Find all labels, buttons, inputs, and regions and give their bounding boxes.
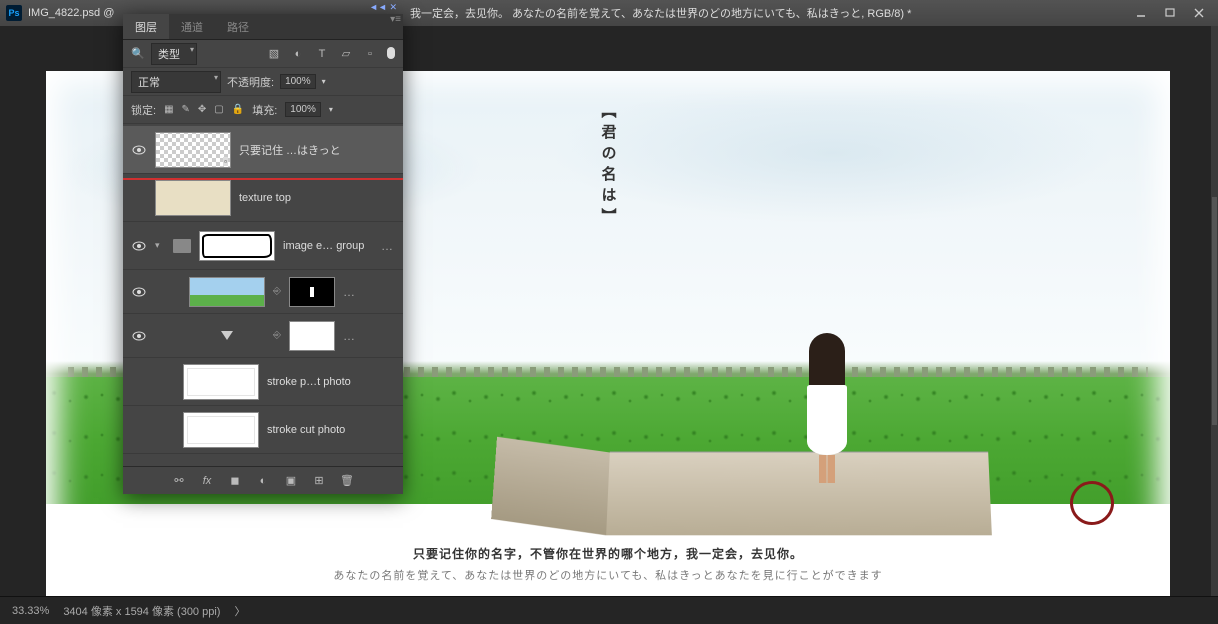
layer-name[interactable]: texture top: [239, 192, 395, 204]
filter-row: 🔍 类型 ▧ ◐ T ▱ ▫: [123, 40, 403, 68]
more-icon[interactable]: …: [381, 239, 395, 253]
filter-type-select[interactable]: 类型: [151, 43, 197, 65]
delete-icon[interactable]: 🗑: [340, 474, 354, 488]
layer-group-row[interactable]: ▾ image e… group …: [123, 222, 403, 270]
lock-paint-icon[interactable]: ✎: [182, 104, 190, 115]
expand-icon[interactable]: ▾: [155, 240, 165, 251]
caption-secondary: あなたの名前を覚えて、あなたは世界のどの地方にいても、私はきっとあなたを見に行こ…: [46, 567, 1170, 583]
window-controls: [1127, 4, 1212, 22]
panel-menu-icon[interactable]: ▾≡: [390, 14, 401, 25]
search-icon: 🔍: [131, 47, 145, 60]
mask-icon[interactable]: ◼: [228, 474, 242, 488]
layer-thumbnail[interactable]: [183, 364, 259, 400]
link-icon[interactable]: ⎆: [273, 330, 281, 341]
more-icon[interactable]: …: [343, 329, 357, 343]
document-title: 我一定会，去见你。 あなたの名前を覚えて、あなたは世界のどの地方にいても、私はき…: [410, 0, 1098, 26]
layer-row[interactable]: ⎆ …: [123, 270, 403, 314]
filter-image-icon[interactable]: ▧: [267, 47, 281, 61]
opacity-label: 不透明度:: [227, 74, 274, 90]
more-icon[interactable]: …: [343, 285, 357, 299]
filter-shape-icon[interactable]: ▱: [339, 47, 353, 61]
lock-row: 锁定: ▦ ✎ ✥ ▢ 🔒 填充: 100% ▾: [123, 96, 403, 124]
visibility-icon[interactable]: [131, 143, 147, 157]
caption-primary: 只要记住你的名字，不管你在世界的哪个地方，我一定会，去见你。: [46, 545, 1170, 562]
new-layer-icon[interactable]: ⊞: [312, 474, 326, 488]
mask-thumbnail[interactable]: [289, 321, 335, 351]
maximize-button[interactable]: [1156, 4, 1183, 22]
document-tab[interactable]: IMG_4822.psd @: [28, 7, 114, 19]
layer-name[interactable]: stroke p…t photo: [267, 376, 395, 388]
visibility-icon[interactable]: [131, 191, 147, 205]
lock-label: 锁定:: [131, 102, 156, 118]
adjustment-icon[interactable]: [189, 331, 265, 340]
layer-row[interactable]: ⎆ …: [123, 314, 403, 358]
panel-tabs: 图层 通道 路径 ▾≡: [123, 14, 403, 40]
link-layers-icon[interactable]: ⚯: [172, 474, 186, 488]
visibility-icon[interactable]: [131, 285, 147, 299]
filter-type-icon[interactable]: T: [315, 47, 329, 61]
info-chevron-icon[interactable]: 〉: [234, 603, 245, 619]
layer-name[interactable]: image e… group: [283, 240, 373, 252]
blend-row: 正常 不透明度: 100% ▾: [123, 68, 403, 96]
blend-mode-select[interactable]: 正常: [131, 71, 221, 93]
opacity-value[interactable]: 100%: [280, 74, 316, 89]
mask-thumbnail[interactable]: [289, 277, 335, 307]
tab-layers[interactable]: 图层: [123, 14, 169, 39]
panel-footer: ⚯ fx ◼ ◐ ▣ ⊞ 🗑: [123, 466, 403, 494]
folder-icon: [173, 239, 191, 253]
tab-channels[interactable]: 通道: [169, 14, 215, 39]
close-button[interactable]: [1185, 4, 1212, 22]
adjustment-layer-icon[interactable]: ◐: [256, 474, 270, 488]
vertical-title-text: ︻君の名は︼: [598, 103, 619, 229]
layer-thumbnail[interactable]: [155, 180, 231, 216]
layer-name[interactable]: stroke cut photo: [267, 424, 395, 436]
layer-thumbnail[interactable]: [183, 412, 259, 448]
lock-trans-icon[interactable]: ▦: [164, 104, 173, 115]
visibility-icon[interactable]: [131, 329, 147, 343]
statusbar: 33.33% 3404 像素 x 1594 像素 (300 ppi) 〉: [0, 596, 1218, 624]
layer-row[interactable]: ▫ 只要记住 …はきっと: [123, 126, 403, 174]
filter-toggle-icon[interactable]: [387, 47, 395, 59]
layers-panel: ◄◄ ✕ 图层 通道 路径 ▾≡ 🔍 类型 ▧ ◐ T ▱ ▫ 正常 不透明度:…: [123, 14, 403, 494]
mask-thumbnail[interactable]: [199, 231, 275, 261]
minimize-button[interactable]: [1127, 4, 1154, 22]
fill-label: 填充:: [252, 102, 277, 118]
layer-thumbnail[interactable]: [189, 277, 265, 307]
tab-paths[interactable]: 路径: [215, 14, 261, 39]
layer-thumbnail[interactable]: ▫: [155, 132, 231, 168]
layer-row[interactable]: texture top: [123, 174, 403, 222]
collapse-panel-icon[interactable]: ◄◄ ✕: [369, 2, 397, 13]
fill-chevron-icon[interactable]: ▾: [329, 105, 333, 114]
vertical-scrollbar[interactable]: [1211, 26, 1218, 596]
layers-list: ▫ 只要记住 …はきっと texture top ▾ image e… grou…: [123, 126, 403, 466]
layer-row[interactable]: stroke p…t photo: [123, 358, 403, 406]
figure-girl: [799, 333, 855, 483]
layer-row[interactable]: stroke cut photo: [123, 406, 403, 454]
link-icon[interactable]: ⎆: [273, 286, 281, 297]
opacity-chevron-icon[interactable]: ▾: [322, 77, 326, 86]
app-logo: Ps: [6, 5, 22, 21]
filter-adjust-icon[interactable]: ◐: [291, 47, 305, 61]
fx-icon[interactable]: fx: [200, 474, 214, 488]
visibility-icon[interactable]: [131, 239, 147, 253]
group-icon[interactable]: ▣: [284, 474, 298, 488]
layer-name[interactable]: 只要记住 …はきっと: [239, 142, 395, 158]
lock-artboard-icon[interactable]: ▢: [214, 104, 223, 115]
lock-all-icon[interactable]: 🔒: [232, 104, 244, 115]
lock-move-icon[interactable]: ✥: [198, 104, 206, 115]
document-info[interactable]: 3404 像素 x 1594 像素 (300 ppi): [63, 603, 220, 619]
zoom-value[interactable]: 33.33%: [12, 605, 49, 617]
fill-value[interactable]: 100%: [285, 102, 321, 117]
filter-smart-icon[interactable]: ▫: [363, 47, 377, 61]
